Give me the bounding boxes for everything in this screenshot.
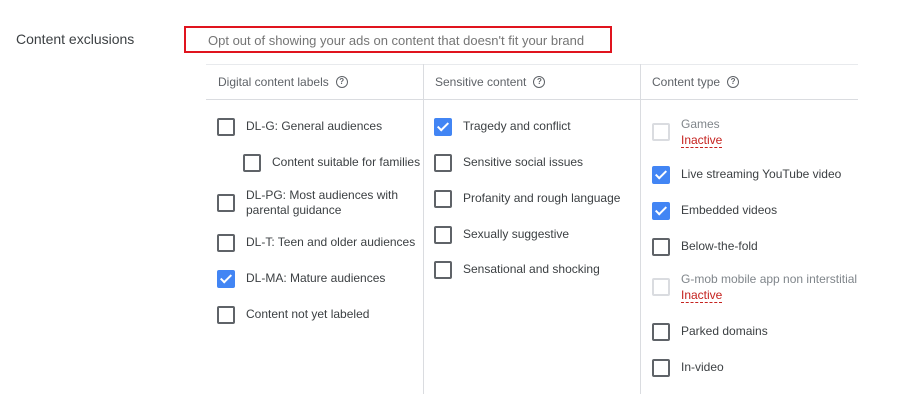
checkbox-checked[interactable] xyxy=(217,270,235,288)
column-header: Sensitive content ? xyxy=(435,75,546,89)
checkbox[interactable] xyxy=(217,194,235,212)
checkbox[interactable] xyxy=(217,118,235,136)
checkbox[interactable] xyxy=(217,234,235,252)
help-icon[interactable]: ? xyxy=(335,76,348,88)
checkbox-checked[interactable] xyxy=(434,118,452,136)
inactive-status[interactable]: Inactive xyxy=(681,289,723,303)
column-header-label: Sensitive content xyxy=(435,75,527,89)
option-live-streaming[interactable]: Live streaming YouTube video xyxy=(652,166,841,184)
content-exclusions-table: Digital content labels ? DL-G: General a… xyxy=(206,64,858,394)
checkbox[interactable] xyxy=(434,261,452,279)
option-sexually-suggestive[interactable]: Sexually suggestive xyxy=(434,226,569,244)
checkbox[interactable] xyxy=(652,323,670,341)
checkbox[interactable] xyxy=(434,190,452,208)
checkbox[interactable] xyxy=(243,154,261,172)
column-sensitive-content: Sensitive content ? Tragedy and conflict… xyxy=(424,64,640,394)
checkbox-checked[interactable] xyxy=(652,166,670,184)
column-header-label: Digital content labels xyxy=(218,75,329,89)
option-dl-pg[interactable]: DL-PG: Most audiences with parental guid… xyxy=(217,187,417,218)
option-social-issues[interactable]: Sensitive social issues xyxy=(434,154,583,172)
section-description: Opt out of showing your ads on content t… xyxy=(208,33,585,48)
help-icon[interactable]: ? xyxy=(727,76,740,88)
checkbox[interactable] xyxy=(434,154,452,172)
option-label: Embedded videos xyxy=(681,203,778,217)
option-label: Below-the-fold xyxy=(681,239,758,253)
option-label: DL-G: General audiences xyxy=(246,119,383,133)
option-profanity[interactable]: Profanity and rough language xyxy=(434,190,620,208)
option-label: In-video xyxy=(681,360,724,374)
option-label: DL-PG: Most audiences with parental guid… xyxy=(246,188,399,217)
option-label: Live streaming YouTube video xyxy=(681,167,842,181)
option-label: Sensitive social issues xyxy=(463,155,584,169)
checkbox[interactable] xyxy=(652,359,670,377)
option-label: Profanity and rough language xyxy=(463,191,621,205)
column-header: Content type ? xyxy=(652,75,740,89)
column-header-label: Content type xyxy=(652,75,721,89)
option-below-fold[interactable]: Below-the-fold xyxy=(652,238,758,256)
option-label: Content suitable for families xyxy=(272,155,421,169)
column-header: Digital content labels ? xyxy=(218,75,348,89)
help-icon[interactable]: ? xyxy=(533,76,546,88)
option-label: Parked domains xyxy=(681,324,768,338)
option-label: Sexually suggestive xyxy=(463,227,570,241)
option-parked-domains[interactable]: Parked domains xyxy=(652,323,768,341)
column-content-type: Content type ? Games Inactive Live strea… xyxy=(641,64,858,394)
checkbox[interactable] xyxy=(434,226,452,244)
checkbox[interactable] xyxy=(217,306,235,324)
description-highlight-box: Opt out of showing your ads on content t… xyxy=(184,26,612,53)
inactive-status[interactable]: Inactive xyxy=(681,134,723,148)
option-label: Content not yet labeled xyxy=(246,307,370,321)
option-in-video[interactable]: In-video xyxy=(652,359,724,377)
option-family-content[interactable]: Content suitable for families xyxy=(243,154,420,172)
option-dl-ma[interactable]: DL-MA: Mature audiences xyxy=(217,270,385,288)
option-label: Tragedy and conflict xyxy=(463,119,571,133)
option-tragedy-conflict[interactable]: Tragedy and conflict xyxy=(434,118,571,136)
option-label: Games Inactive xyxy=(681,117,723,148)
content-exclusions-label: Content exclusions xyxy=(16,31,135,47)
option-sensational[interactable]: Sensational and shocking xyxy=(434,261,600,279)
checkbox[interactable] xyxy=(652,238,670,256)
option-dl-g[interactable]: DL-G: General audiences xyxy=(217,118,382,136)
option-dl-t[interactable]: DL-T: Teen and older audiences xyxy=(217,234,415,252)
column-digital-content-labels: Digital content labels ? DL-G: General a… xyxy=(206,64,423,394)
option-label: G-mob mobile app non interstitial Inacti… xyxy=(681,272,858,303)
option-gmob: G-mob mobile app non interstitial Inacti… xyxy=(652,271,857,303)
option-label: Sensational and shocking xyxy=(463,262,600,276)
checkbox-checked[interactable] xyxy=(652,202,670,220)
option-games: Games Inactive xyxy=(652,116,723,148)
checkbox-disabled xyxy=(652,278,670,296)
option-label: DL-MA: Mature audiences xyxy=(246,271,386,285)
option-not-labeled[interactable]: Content not yet labeled xyxy=(217,306,369,324)
checkbox-disabled xyxy=(652,123,670,141)
option-label: DL-T: Teen and older audiences xyxy=(246,235,416,249)
option-embedded-videos[interactable]: Embedded videos xyxy=(652,202,777,220)
